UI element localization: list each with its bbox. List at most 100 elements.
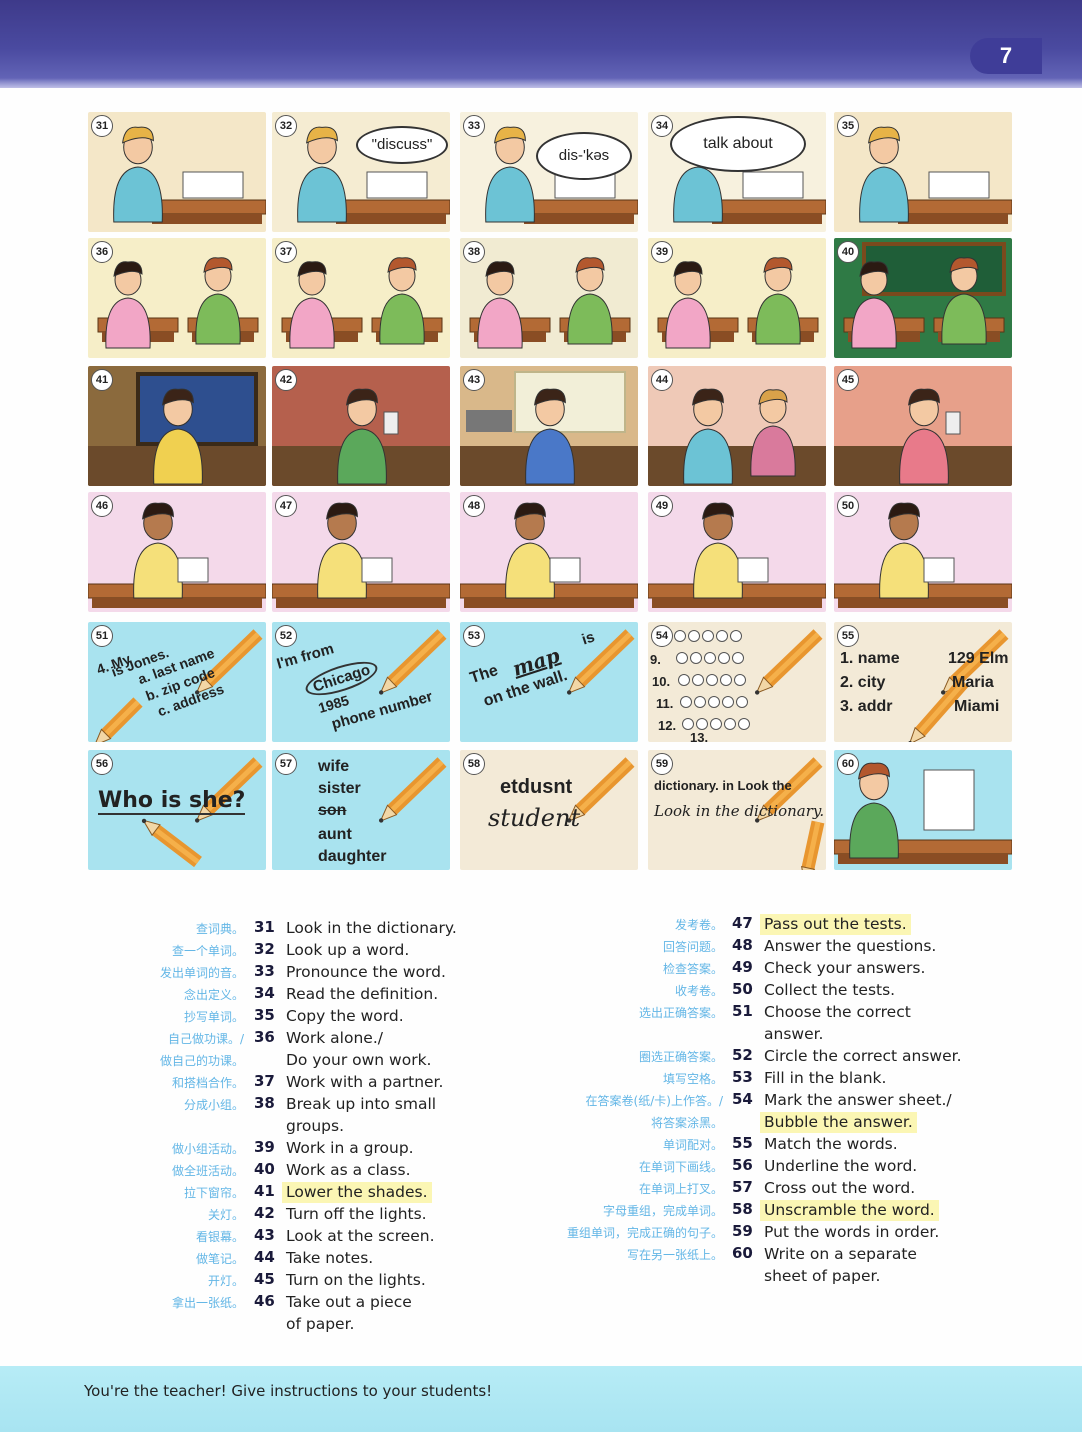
chinese-translation: 查一个单词。 [171,944,244,958]
english-phrase: Bubble the answer. [760,1112,917,1133]
illustration-33: 33 dis-'kəs [460,112,638,232]
footer-instruction: You're the teacher! Give instructions to… [84,1382,493,1400]
illustration-drawing [834,388,1012,486]
chinese-translation: 单词配对。 [662,1138,723,1152]
entry-number: 40 [254,1160,275,1178]
illustration-49: 49 [648,492,826,612]
english-phrase: Turn on the lights. [286,1271,426,1289]
english-phrase: Do your own work. [286,1051,432,1069]
illustration-35: 35 [834,112,1012,232]
vocab-entry-37: 和搭档合作。 37 Work with a partner. [0,1072,480,1094]
illustration-number: 43 [463,369,485,391]
vocab-entry-32: 查一个单词。 32 Look up a word. [0,940,480,962]
english-phrase: Take notes. [286,1249,374,1267]
illustration-number: 47 [275,495,297,517]
vocab-entry-42: 关灯。 42 Turn off the lights. [0,1204,480,1226]
illustration-53: 53 The map is on the wall. [460,622,638,742]
illustration-drawing [859,126,1012,224]
vocab-entry-59: 重组单词，完成正确的句子。 59 Put the words in order. [480,1222,1040,1244]
illustration-text: aunt [318,826,352,843]
illustration-41: 41 [88,366,266,486]
entry-number: 31 [254,918,275,936]
vocab-entry-53: 填写空格。 53 Fill in the blank. [480,1068,1040,1090]
illustration-58: 58 etdusnt student [460,750,638,870]
illustration-36: 36 [88,238,266,358]
chinese-translation: 开灯。 [207,1274,244,1288]
illustration-grid: 31 32 "discuss" 33 dis-'kəs 34 talk about 35 36 3… [88,112,1018,872]
page-number-tab: 7 [970,38,1042,74]
illustration-drawing [460,502,638,608]
illustration-number: 58 [463,753,485,775]
english-phrase: answer. [764,1025,824,1043]
english-phrase: Copy the word. [286,1007,404,1025]
chinese-translation: 写在另一张纸上。 [626,1248,723,1262]
vocab-entry-34: 念出定义。 34 Read the definition. [0,984,480,1006]
vocab-entry-43: 看银幕。 43 Look at the screen. [0,1226,480,1248]
entry-number: 49 [732,958,753,976]
illustration-text: 3. addr [840,698,893,715]
english-phrase: Work as a class. [286,1161,411,1179]
illustration-text: wife [318,758,350,775]
english-phrase: Answer the questions. [764,937,937,955]
chinese-translation: 查词典。 [195,922,244,936]
illustration-56: 56 Who is she? [88,750,266,870]
illustration-number: 49 [651,495,673,517]
illustration-number: 60 [837,753,859,775]
english-phrase: Lower the shades. [282,1182,432,1203]
illustration-number: 39 [651,241,673,263]
english-phrase: Write on a separate [764,1245,917,1263]
illustration-44: 44 [648,366,826,486]
entry-number: 34 [254,984,275,1002]
illustration-drawing [88,372,266,486]
illustration-drawing [113,126,266,224]
chinese-translation: 做小组活动。 [171,1142,244,1156]
english-phrase: Match the words. [764,1135,898,1153]
illustration-text: Look in the dictionary. [654,802,825,820]
illustration-number: 46 [91,495,113,517]
vocab-entry-49: 检查答案。 49 Check your answers. [480,958,1040,980]
illustration-number: 38 [463,241,485,263]
vocab-entry-35: 抄写单词。 35 Copy the word. [0,1006,480,1028]
illustration-number: 44 [651,369,673,391]
illustration-47: 47 [272,492,450,612]
chinese-translation: 圈选正确答案。 [638,1050,723,1064]
illustration-text: 129 Elm [948,650,1009,667]
vocab-entry-47: 发考卷。 47 Pass out the tests. [480,914,1040,936]
chinese-translation: 拿出一张纸。 [171,1296,244,1310]
chinese-translation: 在单词下画线。 [638,1160,723,1174]
chinese-translation: 字母重组，完成单词。 [602,1204,723,1218]
illustration-drawing [281,257,443,349]
illustration-text: 10. [652,674,671,689]
vocab-entry-40: 做全班活动。 40 Work as a class. [0,1160,480,1182]
illustration-number: 48 [463,495,485,517]
english-phrase: Break up into small [286,1095,437,1113]
entry-number: 53 [732,1068,753,1086]
chinese-translation: 重组单词，完成正确的句子。 [566,1226,723,1240]
english-phrase: Choose the correct [764,1003,911,1021]
illustration-34: 34 talk about [648,112,826,232]
illustration-48: 48 [460,492,638,612]
chinese-translation: 抄写单词。 [183,1010,244,1024]
header-band [0,0,1082,88]
illustration-38: 38 [460,238,638,358]
chinese-translation: 检查答案。 [662,962,723,976]
illustration-text: etdusnt [500,776,573,798]
illustration-text: sister [318,780,361,797]
illustration-number: 41 [91,369,113,391]
entry-number: 55 [732,1134,753,1152]
chinese-translation: 和搭档合作。 [171,1076,244,1090]
illustration-number: 54 [651,625,673,647]
illustration-number: 50 [837,495,859,517]
speech-bubble: dis-'kəs [536,132,632,180]
illustration-37: 37 [272,238,450,358]
vocab-entry-31: 查词典。 31 Look in the dictionary. [0,918,480,940]
illustration-number: 59 [651,753,673,775]
illustration-number: 51 [91,625,113,647]
entry-number: 39 [254,1138,275,1156]
entry-number: 43 [254,1226,275,1244]
illustration-number: 42 [275,369,297,391]
vocab-entry-41: 拉下窗帘。 41 Lower the shades. [0,1182,480,1204]
english-phrase: Take out a piece [286,1293,412,1311]
illustration-number: 37 [275,241,297,263]
entry-number: 37 [254,1072,275,1090]
